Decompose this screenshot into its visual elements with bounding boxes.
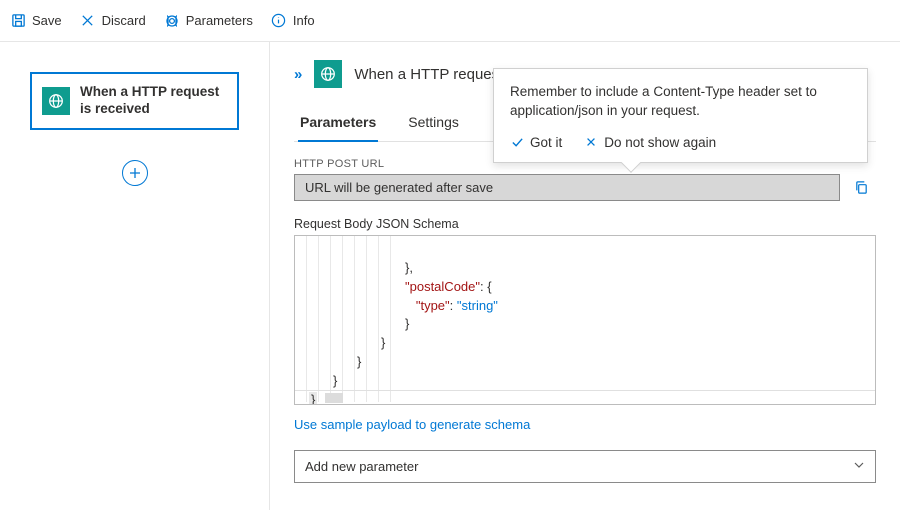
info-button[interactable]: Info <box>271 13 315 29</box>
toolbar: Save Discard Parameters Info <box>0 0 900 42</box>
json-schema-editor[interactable]: }, "postalCode": { "type": "string" } } … <box>294 235 876 405</box>
discard-label: Discard <box>102 13 146 28</box>
add-step-button[interactable] <box>122 160 148 186</box>
parameters-icon <box>164 13 180 29</box>
editor-scrollbar[interactable] <box>295 390 875 404</box>
check-icon <box>510 135 524 149</box>
x-icon <box>80 13 96 29</box>
info-icon <box>271 13 287 29</box>
parameters-label: Parameters <box>186 13 253 28</box>
http-post-url-field: URL will be generated after save <box>294 174 840 201</box>
callout-message: Remember to include a Content-Type heade… <box>510 83 851 121</box>
schema-field-label: Request Body JSON Schema <box>294 217 876 231</box>
chevron-down-icon <box>853 459 865 474</box>
tab-parameters[interactable]: Parameters <box>298 106 378 142</box>
trigger-card-label: When a HTTP request is received <box>80 84 227 118</box>
use-sample-payload-link[interactable]: Use sample payload to generate schema <box>294 417 530 432</box>
discard-button[interactable]: Discard <box>80 13 146 29</box>
x-icon <box>584 135 598 149</box>
http-trigger-icon <box>314 60 342 88</box>
tab-settings[interactable]: Settings <box>406 106 461 141</box>
save-icon <box>10 13 26 29</box>
dont-show-label: Do not show again <box>604 135 716 150</box>
save-label: Save <box>32 13 62 28</box>
trigger-card[interactable]: When a HTTP request is received <box>30 72 239 130</box>
editor-gutter <box>295 236 391 402</box>
parameters-button[interactable]: Parameters <box>164 13 253 29</box>
dont-show-again-button[interactable]: Do not show again <box>584 135 716 150</box>
save-button[interactable]: Save <box>10 13 62 29</box>
designer-canvas: When a HTTP request is received <box>0 42 270 510</box>
info-label: Info <box>293 13 315 28</box>
copy-url-button[interactable] <box>846 174 876 201</box>
info-callout: Remember to include a Content-Type heade… <box>493 68 868 163</box>
http-trigger-icon <box>42 87 70 115</box>
add-new-parameter-dropdown[interactable]: Add new parameter <box>294 450 876 483</box>
add-new-parameter-label: Add new parameter <box>305 459 418 474</box>
got-it-button[interactable]: Got it <box>510 135 562 150</box>
got-it-label: Got it <box>530 135 562 150</box>
collapse-panel-button[interactable]: » <box>294 66 302 83</box>
